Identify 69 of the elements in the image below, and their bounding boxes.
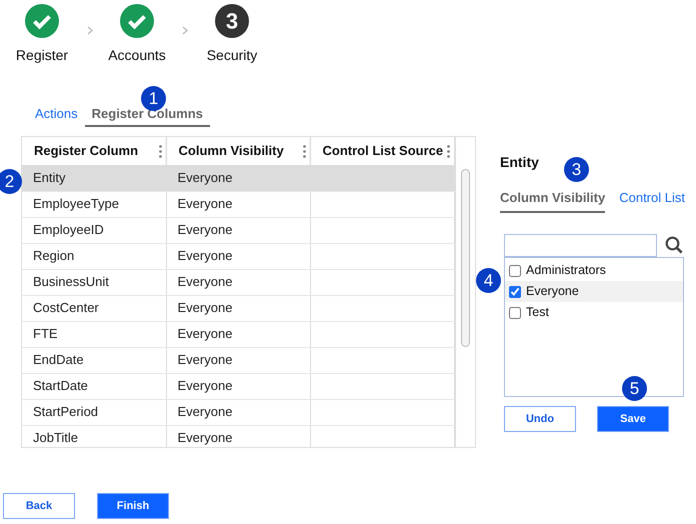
table-cell: JobTitle <box>22 425 166 447</box>
list-item-label: Everyone <box>526 283 579 300</box>
grid-row[interactable]: StartDate Everyone <box>22 373 454 399</box>
search-icon[interactable] <box>665 236 683 254</box>
checkbox[interactable] <box>509 306 521 318</box>
column-title: Register Column <box>34 142 138 160</box>
table-cell: Everyone <box>166 191 310 217</box>
table-cell: Everyone <box>166 243 310 269</box>
grid-row[interactable]: EndDate Everyone <box>22 347 454 373</box>
callout-badge: 4 <box>476 268 501 293</box>
tab[interactable]: Column Visibility <box>500 188 606 213</box>
list-item[interactable]: Administrators <box>505 260 683 281</box>
save-button[interactable]: Save <box>597 406 669 432</box>
table-cell: Everyone <box>166 321 310 347</box>
table-cell: EndDate <box>22 347 166 373</box>
tab[interactable]: Actions <box>28 104 85 127</box>
table-cell: Everyone <box>166 165 310 191</box>
step-label: Register <box>16 46 68 65</box>
callout-badge: 2 <box>0 169 22 194</box>
undo-button[interactable]: Undo <box>504 406 576 432</box>
column-menu-icon[interactable] <box>446 145 450 158</box>
grid-row[interactable]: EmployeeType Everyone <box>22 191 454 217</box>
step-label: Accounts <box>108 46 166 65</box>
list-item-label: Test <box>526 304 549 322</box>
column-title: Column Visibility <box>178 142 284 160</box>
table-cell: CostCenter <box>22 295 166 321</box>
step-number: 3 <box>215 4 249 38</box>
tab[interactable]: Control List <box>619 188 685 213</box>
grid-row[interactable]: BusinessUnit Everyone <box>22 269 454 295</box>
table-cell: Everyone <box>166 399 310 425</box>
search-field[interactable] <box>504 234 657 256</box>
grid-row[interactable]: EmployeeID Everyone <box>22 217 454 243</box>
table-cell: Entity <box>22 165 166 191</box>
table-cell: Region <box>22 243 166 269</box>
list-item-label: Administrators <box>526 262 606 280</box>
table-cell: Everyone <box>166 425 310 447</box>
table-cell: StartPeriod <box>22 399 166 425</box>
column-menu-icon[interactable] <box>302 145 306 158</box>
step-label: Security <box>206 46 258 65</box>
column-menu-icon[interactable] <box>158 145 162 158</box>
checkbox[interactable] <box>509 264 521 276</box>
panel-title: Entity <box>500 153 539 172</box>
grid-row[interactable]: StartPeriod Everyone <box>22 399 454 425</box>
table-cell: BusinessUnit <box>22 269 166 295</box>
table-cell: Everyone <box>166 269 310 295</box>
chevron-icon <box>182 26 188 35</box>
grid-row[interactable]: FTE Everyone <box>22 321 454 347</box>
column-title: Control List Source <box>322 142 444 160</box>
table-cell: Everyone <box>166 347 310 373</box>
table-cell: Everyone <box>166 295 310 321</box>
table-cell: Everyone <box>166 217 310 243</box>
grid-row[interactable]: JobTitle Everyone <box>22 425 454 447</box>
callout-badge: 3 <box>564 157 589 182</box>
table-cell: FTE <box>22 321 166 347</box>
table-cell: EmployeeID <box>22 217 166 243</box>
table-cell: StartDate <box>22 373 166 399</box>
list-item[interactable]: Test <box>505 302 683 323</box>
grid-row[interactable]: CostCenter Everyone <box>22 295 454 321</box>
scrollbar-thumb[interactable] <box>460 169 470 347</box>
grid-row[interactable]: Entity Everyone <box>22 165 454 191</box>
list-item[interactable]: Everyone <box>505 281 683 302</box>
grid-row[interactable]: Region Everyone <box>22 243 454 269</box>
table-cell: Everyone <box>166 373 310 399</box>
finish-button[interactable]: Finish <box>97 493 169 519</box>
chevron-icon <box>86 26 92 35</box>
table-cell: EmployeeType <box>22 191 166 217</box>
callout-badge: 5 <box>622 376 647 401</box>
back-button[interactable]: Back <box>3 493 75 519</box>
checkbox[interactable] <box>509 286 521 298</box>
